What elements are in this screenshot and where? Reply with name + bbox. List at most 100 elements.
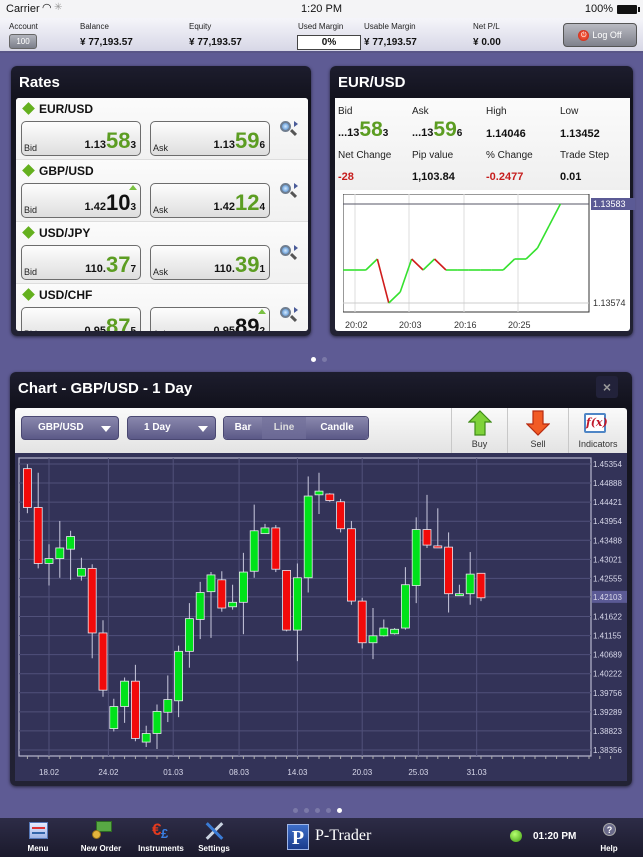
chart-type-segmented-control: Bar Line Candle: [223, 416, 369, 440]
ask-quote-button[interactable]: Ask 1.42124: [150, 183, 270, 218]
page-dot[interactable]: [322, 357, 327, 362]
page-dot[interactable]: [311, 357, 316, 362]
magnifier-icon[interactable]: [279, 182, 299, 202]
detail-low-label: Low: [560, 106, 579, 117]
settings-button[interactable]: Settings: [196, 820, 232, 853]
status-diamond-icon: [22, 164, 35, 177]
candlestick-chart[interactable]: 1.45354 1.44888 1.44421 1.43954 1.43488 1.430…: [15, 453, 627, 781]
chart-type-candle[interactable]: Candle: [306, 417, 368, 439]
page-dot[interactable]: [293, 808, 298, 813]
connection-status-icon: [510, 830, 522, 842]
candle-up: [77, 567, 86, 577]
instruments-button[interactable]: € £ Instruments: [135, 820, 187, 853]
detail-ask-value: ...13596: [412, 118, 463, 141]
candle-up: [400, 584, 410, 629]
instrument-select[interactable]: GBP/USD: [21, 416, 119, 440]
bid-quote-button[interactable]: Bid 1.13583: [21, 121, 141, 156]
candle-up: [465, 573, 475, 595]
pip-value-label: Pip value: [412, 150, 454, 161]
buy-button[interactable]: Buy: [451, 408, 507, 453]
new-order-label: New Order: [80, 844, 122, 853]
page-dot[interactable]: [337, 808, 342, 813]
close-chart-button[interactable]: ×: [596, 376, 618, 398]
up-arrow-icon: [468, 410, 492, 436]
bid-quote-button[interactable]: Bid 1.42103: [21, 183, 141, 218]
magnifier-icon[interactable]: [279, 244, 299, 264]
page-dot[interactable]: [304, 808, 309, 813]
chart-type-bar[interactable]: Bar: [224, 417, 262, 439]
ask-label: Ask: [153, 329, 168, 331]
magnifier-icon[interactable]: [279, 306, 299, 326]
spark-frame: [343, 194, 590, 313]
chevron-down-icon: [198, 426, 208, 432]
help-button[interactable]: ? Help: [596, 820, 622, 853]
equity-value: ¥ 77,193.57: [189, 37, 242, 48]
y-tick-label: 1.43021: [593, 555, 622, 564]
rates-panel: Rates EUR/USD Bid 1.13583 Ask 1.13596 GBP…: [11, 66, 311, 336]
y-tick-label: 1.39756: [593, 689, 622, 698]
candle-up: [206, 574, 216, 593]
ask-label: Ask: [153, 143, 169, 153]
candle-up: [303, 495, 313, 579]
log-off-button[interactable]: ⏻ Log Off: [563, 23, 637, 47]
net-change-value: -28: [338, 171, 354, 183]
new-order-button[interactable]: New Order: [78, 820, 124, 853]
account-button[interactable]: 100: [9, 34, 37, 49]
ask-label: Ask: [153, 267, 169, 277]
y-tick-label: 1.42555: [593, 574, 622, 583]
trade-step-label: Trade Step: [560, 150, 610, 161]
pct-change-value: -0.2477: [486, 171, 524, 183]
chart-type-line[interactable]: Line: [262, 417, 306, 439]
page-dot[interactable]: [326, 808, 331, 813]
page-dot[interactable]: [315, 808, 320, 813]
account-label: Account: [9, 22, 38, 31]
down-arrow-icon: [526, 410, 550, 436]
x-tick-label: 20.03: [352, 768, 373, 777]
candle-down: [22, 468, 32, 508]
page-indicator-top[interactable]: [308, 349, 330, 362]
bid-quote-button[interactable]: Bid 0.95875: [21, 307, 141, 331]
bid-price: 110.377: [85, 252, 136, 277]
sell-button[interactable]: Sell: [507, 408, 568, 453]
y-tick-label: 1.44421: [593, 498, 622, 507]
menu-button[interactable]: Menu: [24, 820, 52, 853]
y-tick-label: 1.41622: [593, 613, 622, 622]
rate-symbol: EUR/USD: [39, 102, 94, 116]
candle-down: [422, 529, 432, 546]
usable-margin-label: Usable Margin: [364, 22, 416, 31]
tick-chart[interactable]: 20:02 20:03 20:16 20:25 1.13583 1.13574: [343, 194, 638, 334]
rate-row: USD/JPY Bid 110.377 Ask 110.391: [16, 222, 308, 284]
candle-down: [444, 546, 454, 595]
page-indicator-bottom[interactable]: [290, 800, 345, 813]
ask-quote-button[interactable]: Ask 110.391: [150, 245, 270, 280]
rate-symbol: USD/JPY: [39, 226, 91, 240]
bid-quote-button[interactable]: Bid 110.377: [21, 245, 141, 280]
candle-down: [476, 572, 486, 599]
candlestick-chart-area[interactable]: 1.45354 1.44888 1.44421 1.43954 1.43488 1.430…: [15, 453, 627, 781]
candle-up: [109, 706, 119, 729]
bid-price: 0.95875: [84, 314, 136, 332]
bid-price: 1.42103: [84, 190, 136, 215]
trade-step-value: 0.01: [560, 171, 582, 183]
candle-up: [292, 577, 302, 631]
ask-quote-button[interactable]: Ask 0.95892: [150, 307, 270, 331]
ask-price: 0.95892: [213, 314, 265, 332]
balance-value: ¥ 77,193.57: [80, 37, 133, 48]
detail-high-label: High: [486, 106, 507, 117]
rates-list[interactable]: EUR/USD Bid 1.13583 Ask 1.13596 GBP/USD Bi…: [16, 98, 308, 331]
period-select[interactable]: 1 Day: [127, 416, 216, 440]
candle-up: [368, 635, 378, 644]
help-label: Help: [600, 844, 618, 853]
candle-up: [66, 536, 75, 550]
function-icon: f(x): [584, 413, 608, 433]
status-diamond-icon: [22, 102, 35, 115]
pip-value-value: 1,103.84: [412, 171, 455, 183]
ask-quote-button[interactable]: Ask 1.13596: [150, 121, 270, 156]
magnifier-icon[interactable]: [279, 120, 299, 140]
candle-up: [163, 699, 173, 713]
instruments-label: Instruments: [138, 844, 184, 853]
indicators-button[interactable]: f(x) Indicators: [568, 408, 627, 453]
rate-row: USD/CHF Bid 0.95875 Ask 0.95892: [16, 284, 308, 331]
x-tick-label: 25.03: [408, 768, 429, 777]
chart-panel: Chart - GBP/USD - 1 Day × GBP/USD 1 Day …: [10, 372, 632, 786]
